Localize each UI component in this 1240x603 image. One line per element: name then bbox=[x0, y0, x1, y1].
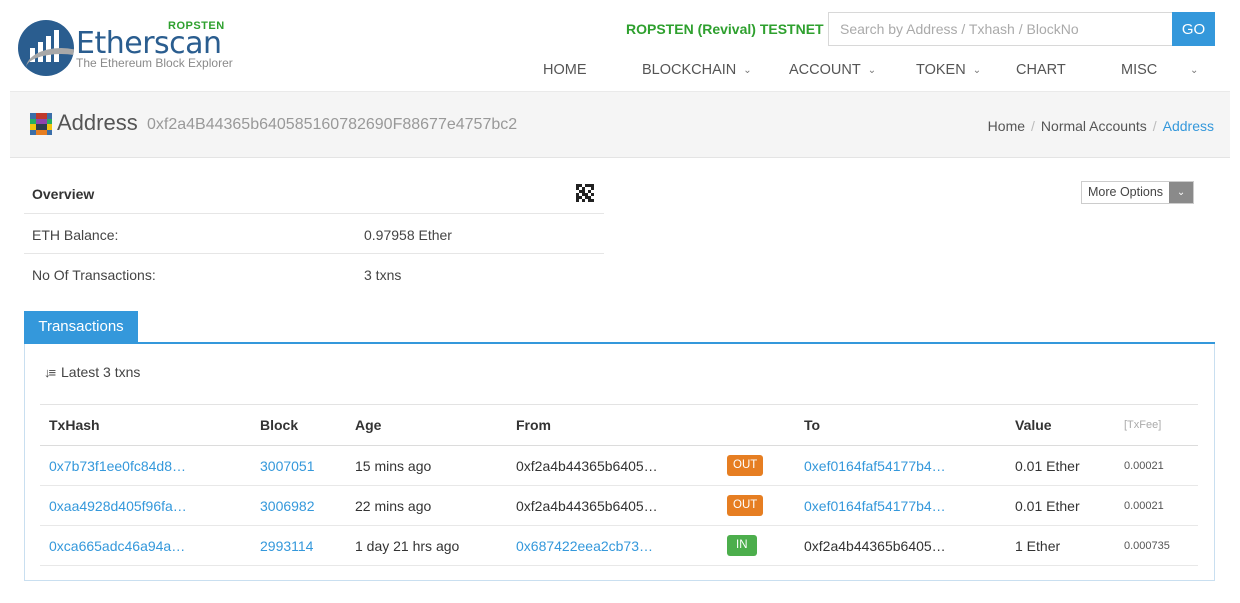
qr-code-icon[interactable] bbox=[576, 184, 594, 202]
tx-age: 1 day 21 hrs ago bbox=[346, 525, 507, 566]
to-address-link[interactable]: 0xef0164faf54177b4… bbox=[804, 458, 946, 474]
block-link[interactable]: 3006982 bbox=[260, 498, 315, 514]
tx-fee: 0.00021 bbox=[1115, 485, 1198, 526]
to-address: 0xf2a4b44365b6405… bbox=[795, 525, 1006, 566]
tx-value: 0.01 Ether bbox=[1006, 485, 1115, 526]
misc-chevron-down-icon[interactable]: ⌄ bbox=[1190, 62, 1198, 78]
nav-chart[interactable]: CHART bbox=[1016, 62, 1066, 78]
tx-value: 0.01 Ether bbox=[1006, 445, 1115, 486]
page-title-band: Address 0xf2a4B44365b640585160782690F886… bbox=[10, 92, 1230, 158]
tx-age: 15 mins ago bbox=[346, 445, 507, 486]
txhash-link[interactable]: 0x7b73f1ee0fc84d8… bbox=[49, 458, 186, 474]
table-row: 0xca665adc46a94a… 2993114 1 day 21 hrs a… bbox=[40, 525, 1198, 566]
breadcrumb: Home / Normal Accounts / Address bbox=[987, 118, 1214, 134]
tx-fee: 0.000735 bbox=[1115, 525, 1198, 566]
tab-transactions[interactable]: Transactions bbox=[24, 311, 138, 343]
overview-divider bbox=[24, 253, 604, 254]
nav-blockchain[interactable]: BLOCKCHAIN ⌄ bbox=[642, 62, 752, 78]
from-address-link[interactable]: 0x687422eea2cb73… bbox=[516, 538, 653, 554]
tx-count-value: 3 txns bbox=[364, 267, 402, 283]
txhash-link[interactable]: 0xaa4928d405f96fa… bbox=[49, 498, 187, 514]
direction-badge-in: IN bbox=[727, 535, 757, 556]
search-input[interactable] bbox=[828, 12, 1172, 46]
search-go-button[interactable]: GO bbox=[1172, 12, 1215, 46]
from-address: 0xf2a4b44365b6405… bbox=[507, 445, 718, 486]
direction-badge-out: OUT bbox=[727, 455, 764, 476]
page-address: 0xf2a4B44365b640585160782690F88677e4757b… bbox=[147, 116, 518, 133]
nav-account[interactable]: ACCOUNT ⌄ bbox=[789, 62, 876, 78]
page-title: Address bbox=[57, 110, 138, 135]
more-options-dropdown[interactable]: More Options ⌄ bbox=[1081, 181, 1195, 204]
breadcrumb-home[interactable]: Home bbox=[988, 118, 1025, 134]
tx-value: 1 Ether bbox=[1006, 525, 1115, 566]
network-label: ROPSTEN (Revival) TESTNET bbox=[626, 21, 824, 37]
col-txfee: [TxFee] bbox=[1115, 404, 1198, 446]
chevron-down-icon: ⌄ bbox=[867, 65, 877, 76]
tx-fee: 0.00021 bbox=[1115, 445, 1198, 486]
nav-token[interactable]: TOKEN ⌄ bbox=[916, 62, 981, 78]
eth-balance-value: 0.97958 Ether bbox=[364, 227, 452, 243]
sort-icon: ↓≡ bbox=[44, 365, 56, 380]
overview-title: Overview bbox=[32, 186, 95, 202]
address-identicon-icon bbox=[30, 113, 52, 135]
nav-misc[interactable]: MISC bbox=[1121, 62, 1157, 78]
col-from: From bbox=[507, 404, 718, 446]
tx-age: 22 mins ago bbox=[346, 485, 507, 526]
txhash-link[interactable]: 0xca665adc46a94a… bbox=[49, 538, 185, 554]
overview-divider bbox=[24, 213, 604, 214]
table-row: 0xaa4928d405f96fa… 3006982 22 mins ago 0… bbox=[40, 485, 1198, 526]
transactions-table: TxHash Block Age From To Value [TxFee] 0… bbox=[40, 404, 1198, 566]
nav-home[interactable]: HOME bbox=[543, 62, 587, 78]
main-nav: HOME BLOCKCHAIN ⌄ ACCOUNT ⌄ TOKEN ⌄ CHART M… bbox=[0, 62, 1240, 82]
more-options-label: More Options bbox=[1088, 185, 1164, 199]
col-txhash: TxHash bbox=[40, 404, 251, 446]
chevron-down-icon: ⌄ bbox=[743, 65, 752, 76]
latest-txns-label: ↓≡ Latest 3 txns bbox=[44, 364, 141, 380]
block-link[interactable]: 3007051 bbox=[260, 458, 315, 474]
col-direction bbox=[718, 404, 795, 446]
col-age: Age bbox=[346, 404, 507, 446]
from-address: 0xf2a4b44365b6405… bbox=[507, 485, 718, 526]
breadcrumb-normal-accounts[interactable]: Normal Accounts bbox=[1041, 118, 1147, 134]
breadcrumb-address[interactable]: Address bbox=[1163, 118, 1214, 134]
eth-balance-label: ETH Balance: bbox=[32, 227, 119, 243]
tx-count-label: No Of Transactions: bbox=[32, 267, 156, 283]
chevron-down-icon: ⌄ bbox=[1169, 182, 1194, 203]
col-block: Block bbox=[251, 404, 346, 446]
col-to: To bbox=[795, 404, 1006, 446]
block-link[interactable]: 2993114 bbox=[260, 538, 313, 554]
direction-badge-out: OUT bbox=[727, 495, 764, 516]
to-address-link[interactable]: 0xef0164faf54177b4… bbox=[804, 498, 946, 514]
col-value: Value bbox=[1006, 404, 1115, 446]
chevron-down-icon: ⌄ bbox=[972, 65, 982, 76]
table-header-row: TxHash Block Age From To Value [TxFee] bbox=[40, 404, 1198, 446]
table-row: 0x7b73f1ee0fc84d8… 3007051 15 mins ago 0… bbox=[40, 445, 1198, 486]
